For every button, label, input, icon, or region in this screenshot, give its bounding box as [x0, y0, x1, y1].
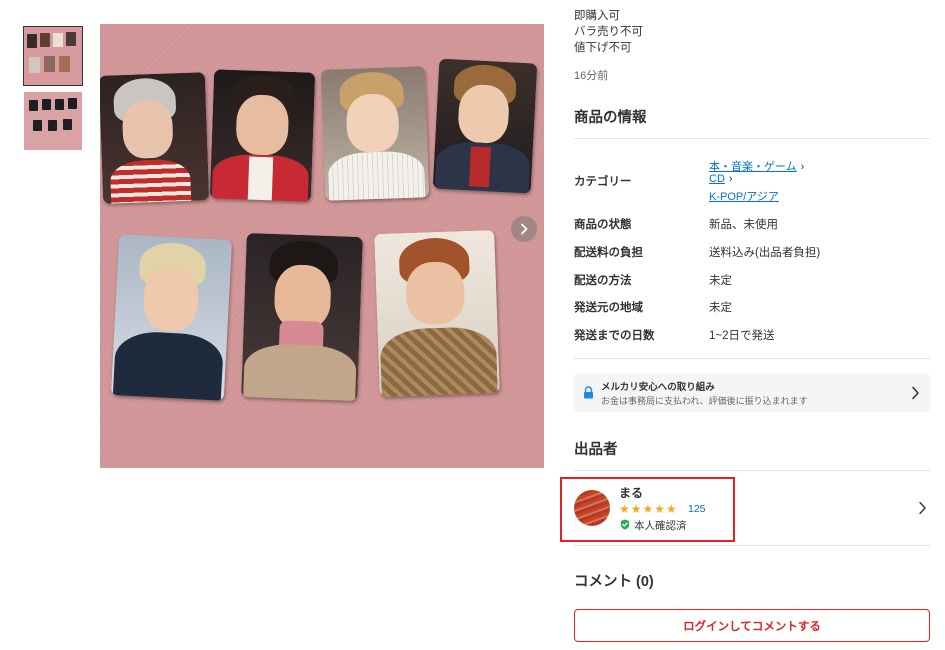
seller-avatar[interactable]: [574, 490, 610, 526]
shipping-fee-label: 配送料の負担: [574, 247, 643, 259]
chevron-right-icon: [912, 386, 919, 400]
rating-stars: ★★★★★: [619, 502, 678, 516]
comment-count: (0): [636, 574, 654, 590]
condition-label: 商品の状態: [574, 219, 632, 231]
divider: [574, 138, 930, 139]
safety-subtitle: お金は事務局に支払われ、評価後に振り込まれます: [601, 396, 808, 406]
ship-from-label: 発送元の地域: [574, 302, 643, 314]
shipping-method-value: 未定: [709, 275, 732, 287]
shipping-fee-value: 送料込み(出品者負担): [709, 247, 821, 259]
ship-days-value: 1~2日で発送: [709, 330, 775, 342]
shield-check-icon: [620, 519, 630, 530]
category-link-2-text: CD: [709, 173, 725, 185]
item-note-2: バラ売り不可: [574, 26, 643, 38]
ship-days-label: 発送までの日数: [574, 330, 655, 342]
divider: [574, 470, 930, 471]
seller-row-link[interactable]: [915, 500, 929, 516]
chevron-right-icon: [521, 223, 528, 235]
category-label: カテゴリー: [574, 176, 632, 188]
main-product-photo[interactable]: [100, 24, 544, 468]
verified-label: 本人確認済: [634, 520, 687, 532]
photocard-3: [320, 66, 430, 201]
ship-from-value: 未定: [709, 302, 732, 314]
divider: [574, 358, 930, 359]
photocard-6: [241, 233, 363, 401]
shipping-method-label: 配送の方法: [574, 275, 632, 287]
photocard-7: [374, 229, 500, 398]
safety-title: メルカリ安心への取り組み: [601, 382, 715, 393]
item-note-3: 値下げ不可: [574, 42, 632, 54]
category-link-2[interactable]: CD ›: [709, 173, 733, 185]
photocard-5: [110, 234, 233, 401]
photocard-2: [209, 69, 316, 202]
seller-name[interactable]: まる: [619, 484, 643, 501]
category-link-3-text: K-POP/アジア: [709, 191, 779, 203]
photocard-4: [432, 58, 538, 194]
login-to-comment-button[interactable]: ログインしてコメントする: [574, 609, 930, 642]
photocard-1: [100, 72, 210, 204]
comment-section-title: コメント (0): [574, 570, 654, 591]
gallery-thumbnail-1[interactable]: [23, 26, 83, 86]
category-link-1[interactable]: 本・音楽・ゲーム ›: [709, 158, 804, 174]
gallery-thumbnail-2[interactable]: [24, 92, 82, 150]
divider: [574, 545, 930, 546]
chevron-right-icon: ›: [728, 173, 733, 185]
condition-value: 新品、未使用: [709, 219, 778, 231]
category-link-1-text: 本・音楽・ゲーム: [709, 161, 797, 173]
seller-section-title: 出品者: [574, 442, 618, 458]
safety-banner[interactable]: メルカリ安心への取り組み お金は事務局に支払われ、評価後に振り込まれます: [574, 373, 930, 412]
review-count[interactable]: 125: [688, 503, 706, 515]
next-image-button[interactable]: [511, 216, 537, 242]
category-link-3[interactable]: K-POP/アジア: [709, 188, 779, 204]
product-info-title: 商品の情報: [574, 110, 647, 126]
chevron-right-icon: [919, 501, 926, 515]
comment-title-text: コメント: [574, 574, 632, 590]
lock-icon: [584, 386, 593, 399]
chevron-right-icon: ›: [800, 161, 805, 173]
posted-time: 16分前: [574, 70, 609, 82]
item-note-1: 即購入可: [574, 10, 620, 22]
